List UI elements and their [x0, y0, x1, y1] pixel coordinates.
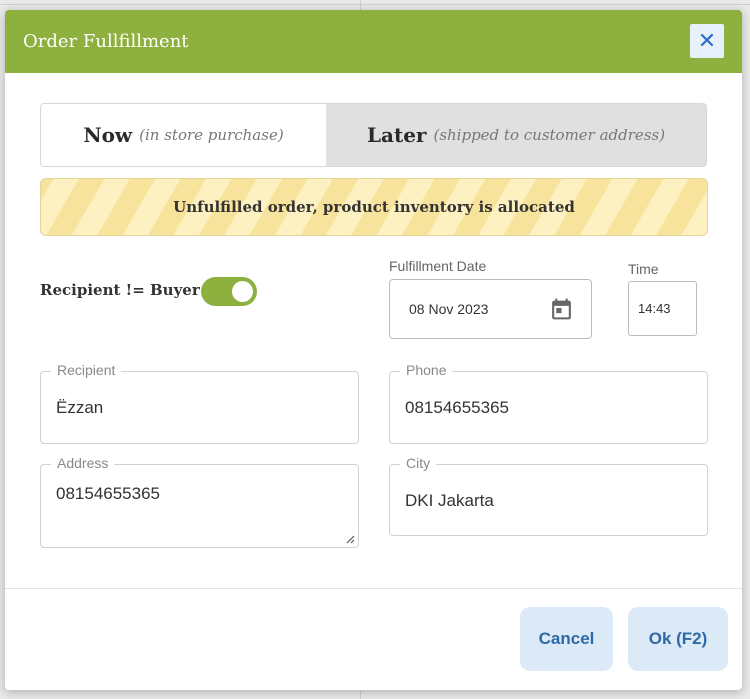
- time-value: 14:43: [638, 301, 671, 316]
- recipient-label: Recipient: [51, 362, 122, 378]
- dialog-header: Order Fullfillment: [5, 10, 742, 73]
- footer-divider: [5, 588, 742, 589]
- city-field[interactable]: City DKI Jakarta: [389, 455, 708, 536]
- fulfillment-date-label: Fulfillment Date: [389, 258, 487, 274]
- phone-label: Phone: [400, 362, 453, 378]
- tab-now-label: Now: [83, 123, 133, 147]
- recipient-toggle-label: Recipient != Buyer: [40, 281, 200, 299]
- phone-value: 08154655365: [405, 398, 510, 417]
- time-label: Time: [628, 261, 659, 277]
- fulfillment-date-input[interactable]: 08 Nov 2023: [389, 279, 592, 339]
- fulfillment-type-tabs: Now (in store purchase) Later (shipped t…: [40, 103, 707, 167]
- recipient-buyer-toggle[interactable]: [201, 277, 257, 306]
- recipient-value: Ëzzan: [56, 398, 104, 417]
- city-value: DKI Jakarta: [405, 491, 494, 510]
- address-value: 08154655365: [56, 484, 161, 503]
- city-label: City: [400, 455, 437, 471]
- cancel-button[interactable]: Cancel: [520, 607, 613, 671]
- tab-later-sublabel: (shipped to customer address): [433, 126, 666, 144]
- ok-button[interactable]: Ok (F2): [628, 607, 728, 671]
- resize-handle-icon[interactable]: [346, 535, 355, 544]
- phone-field[interactable]: Phone 08154655365: [389, 362, 708, 444]
- close-icon: ✕: [697, 28, 717, 53]
- calendar-icon[interactable]: [549, 296, 574, 322]
- order-fulfillment-dialog: Order Fullfillment ✕ Now (in store purch…: [5, 10, 742, 690]
- tab-later-label: Later: [366, 123, 427, 147]
- tab-later[interactable]: Later (shipped to customer address): [326, 104, 706, 166]
- address-textarea[interactable]: Address 08154655365: [40, 455, 359, 548]
- tab-now-sublabel: (in store purchase): [139, 126, 284, 144]
- recipient-field[interactable]: Recipient Ëzzan: [40, 362, 359, 444]
- time-input[interactable]: 14:43: [628, 281, 697, 336]
- dialog-title: Order Fullfillment: [23, 31, 189, 52]
- fulfillment-date-value: 08 Nov 2023: [409, 301, 489, 317]
- allocation-alert: Unfulfilled order, product inventory is …: [40, 178, 708, 236]
- background-divider: [0, 4, 750, 5]
- address-label: Address: [51, 455, 115, 471]
- tab-now[interactable]: Now (in store purchase): [41, 104, 326, 166]
- close-button[interactable]: ✕: [690, 24, 724, 58]
- alert-text: Unfulfilled order, product inventory is …: [173, 198, 575, 216]
- toggle-knob: [232, 281, 253, 302]
